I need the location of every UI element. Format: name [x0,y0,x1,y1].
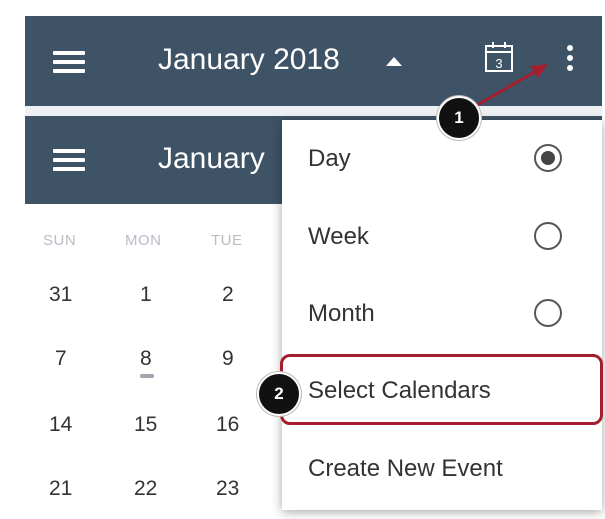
callout-badge-2: 2 [257,372,301,416]
callout-arrow [471,64,548,110]
callout-badge-1: 1 [437,96,481,140]
